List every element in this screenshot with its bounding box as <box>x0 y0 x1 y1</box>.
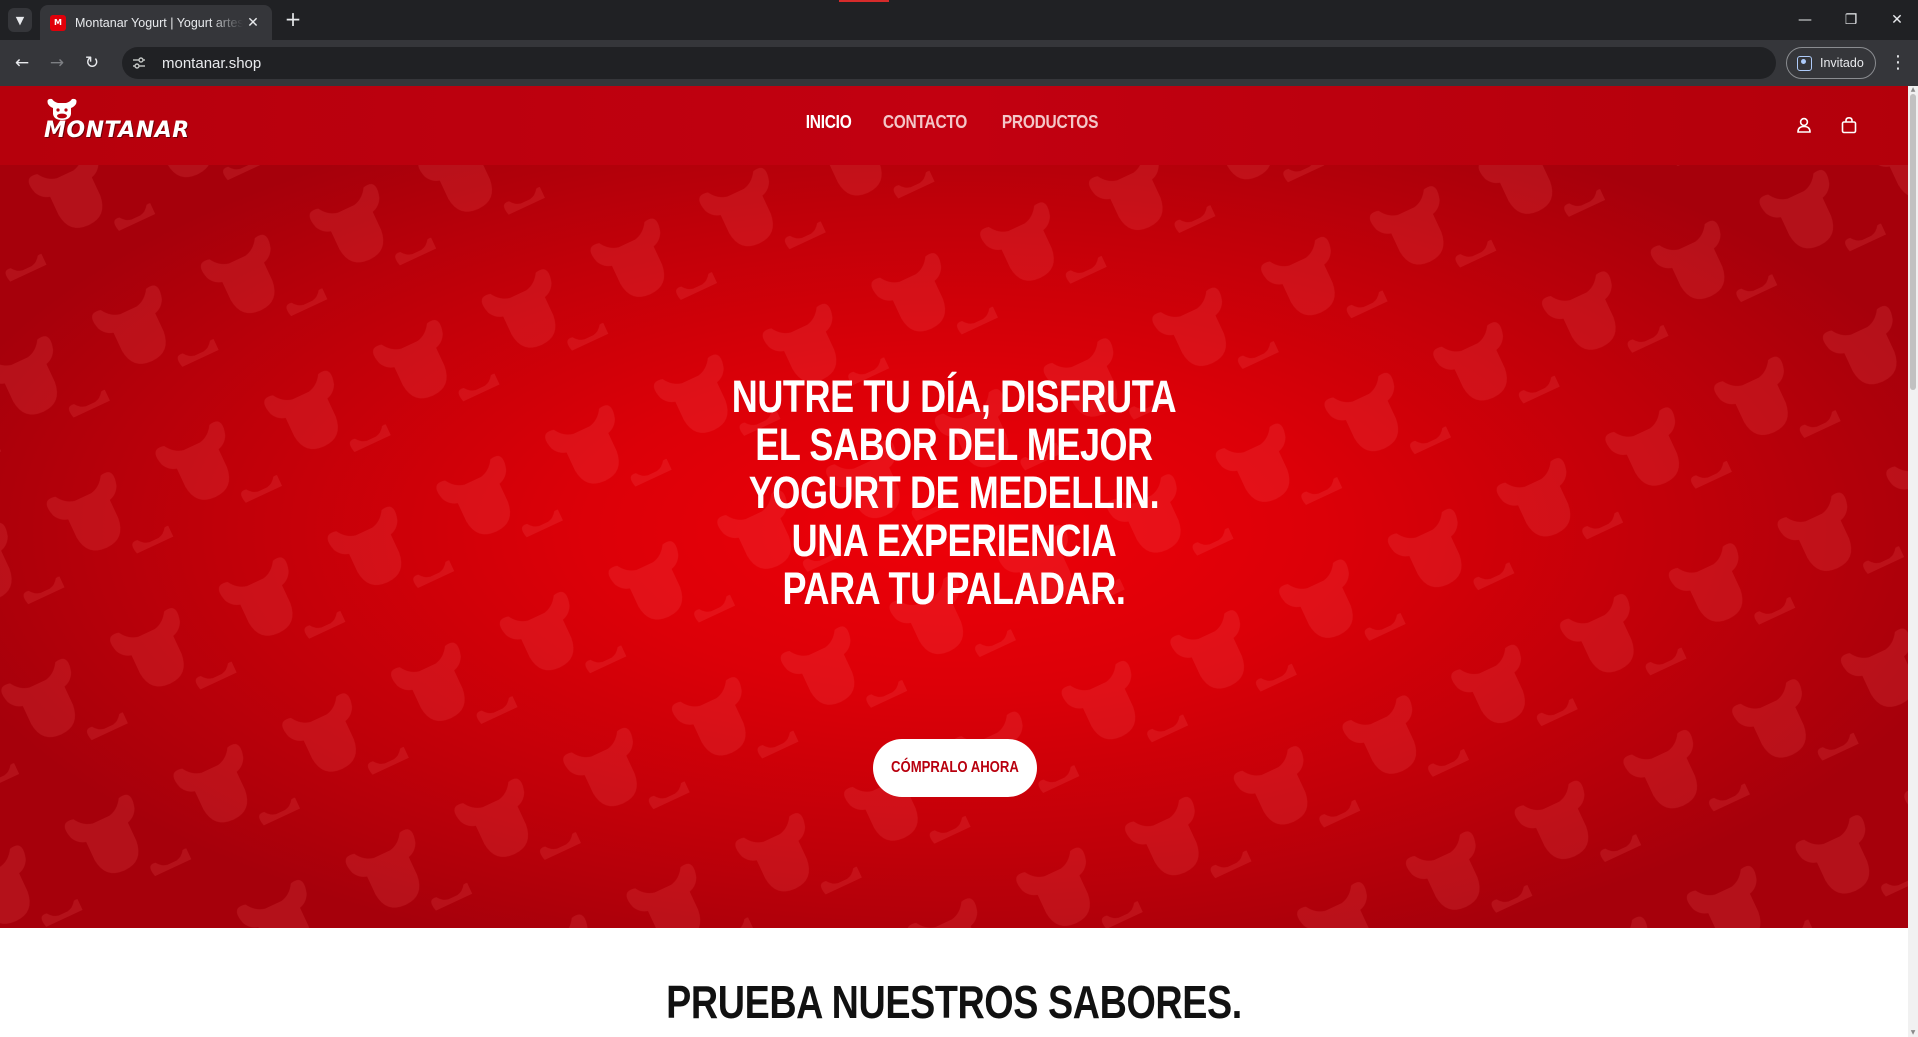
plus-icon[interactable]: + <box>281 8 305 32</box>
page-scrollbar[interactable]: ▲ ▼ <box>1908 86 1918 1037</box>
hero-line: UNA EXPERIENCIA <box>791 515 1117 566</box>
hero-line: NUTRE TU DÍA, DISFRUTA <box>731 371 1177 422</box>
browser-toolbar: ← → ↻ montanar.shop Invitado ⋮ <box>0 40 1918 86</box>
site-header: MONTANAR INICIO CONTACTO PRODUCTOS <box>0 86 1908 165</box>
bag-icon[interactable] <box>1836 112 1862 138</box>
chevron-down-icon[interactable]: ▼ <box>8 8 32 32</box>
browser-tab-bar: ▼ M Montanar Yogurt | Yogurt artesanal ✕… <box>0 0 1918 40</box>
flavors-section-title: PRUEBA NUESTROS SABORES. <box>0 975 1908 1029</box>
flavors-title-text: PRUEBA NUESTROS SABORES. <box>666 976 1242 1028</box>
scroll-down-icon[interactable]: ▼ <box>1908 1029 1918 1037</box>
hero-heading: NUTRE TU DÍA, DISFRUTA EL SABOR DEL MEJO… <box>654 373 1254 613</box>
buy-now-label: CÓMPRALO AHORA <box>891 759 1019 776</box>
main-nav: INICIO CONTACTO PRODUCTOS <box>0 112 1908 133</box>
browser-tab[interactable]: M Montanar Yogurt | Yogurt artesanal ✕ <box>40 5 272 40</box>
page-viewport: MONTANAR INICIO CONTACTO PRODUCTOS NUTRE <box>0 86 1918 1037</box>
scrollbar-thumb[interactable] <box>1910 94 1916 390</box>
account-icon[interactable] <box>1791 112 1817 138</box>
scroll-up-icon[interactable]: ▲ <box>1908 86 1918 94</box>
nav-item-inicio[interactable]: INICIO <box>806 112 852 133</box>
arrow-left-icon[interactable]: ← <box>7 48 37 78</box>
profile-button[interactable]: Invitado <box>1786 47 1876 79</box>
profile-icon <box>1797 55 1812 71</box>
tab-title: Montanar Yogurt | Yogurt artesanal <box>75 15 243 30</box>
arrow-right-icon[interactable]: → <box>42 48 72 78</box>
restore-icon[interactable]: ❐ <box>1828 0 1874 40</box>
nav-item-contacto[interactable]: CONTACTO <box>882 112 966 133</box>
url-text: montanar.shop <box>162 54 262 72</box>
profile-label: Invitado <box>1820 56 1864 70</box>
tune-icon[interactable] <box>126 50 152 76</box>
tab-indicator <box>839 0 889 2</box>
favicon-icon: M <box>50 14 66 31</box>
close-window-icon[interactable]: ✕ <box>1874 0 1918 40</box>
buy-now-button[interactable]: CÓMPRALO AHORA <box>873 739 1037 797</box>
minimize-icon[interactable]: — <box>1782 0 1828 40</box>
hero-line: PARA TU PALADAR. <box>782 563 1126 614</box>
address-bar[interactable]: montanar.shop <box>122 47 1776 79</box>
reload-icon[interactable]: ↻ <box>77 48 107 78</box>
hero-line: EL SABOR DEL MEJOR <box>755 419 1153 470</box>
hero-section: NUTRE TU DÍA, DISFRUTA EL SABOR DEL MEJO… <box>0 165 1908 928</box>
hero-line: YOGURT DE MEDELLIN. <box>748 467 1160 518</box>
nav-item-productos[interactable]: PRODUCTOS <box>1001 112 1098 133</box>
close-icon[interactable]: ✕ <box>244 15 262 31</box>
kebab-menu-icon[interactable]: ⋮ <box>1886 48 1910 78</box>
